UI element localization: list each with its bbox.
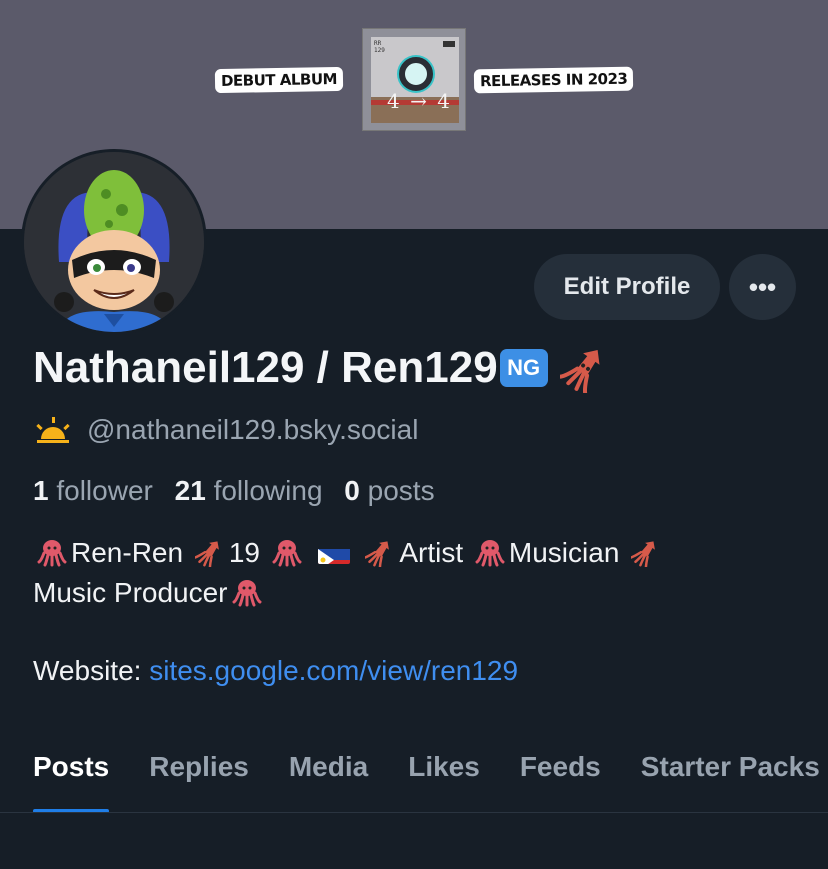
following-stat[interactable]: 21 following <box>175 475 323 506</box>
posts-stat: 0 posts <box>344 475 434 506</box>
squid-emoji-icon <box>631 541 656 567</box>
banner-label-release: RELEASES IN 2023 <box>473 66 634 94</box>
squid-emoji-icon <box>365 541 390 567</box>
tab-feeds[interactable]: Feeds <box>500 735 621 812</box>
display-name-text: Nathaneil129 / Ren129 <box>33 343 498 392</box>
following-label: following <box>213 475 323 506</box>
website-label: Website: <box>33 655 142 686</box>
album-cover-image: RR 129 4 → 4 <box>362 28 466 131</box>
ng-badge-icon: NG <box>499 349 548 387</box>
bio-age: 19 <box>228 537 260 568</box>
album-cover-text: 4 → 4 <box>387 89 452 113</box>
followers-count: 1 <box>33 475 49 506</box>
bio-musician: Musician <box>508 537 620 568</box>
squid-emoji-icon <box>194 541 219 567</box>
posts-label: posts <box>367 475 435 506</box>
banner-label-debut: DEBUT ALBUM <box>214 66 344 94</box>
bio-artist: Artist <box>399 537 464 568</box>
followers-label: follower <box>56 475 153 506</box>
philippines-flag-icon <box>317 542 350 564</box>
squid-emoji-icon <box>559 349 600 393</box>
tab-starter-packs[interactable]: Starter Packs <box>621 735 828 812</box>
edit-profile-button[interactable]: Edit Profile <box>534 254 720 320</box>
website-link[interactable]: sites.google.com/view/ren129 <box>149 655 518 686</box>
tab-replies[interactable]: Replies <box>129 735 269 812</box>
handle-row: @nathaneil129.bsky.social <box>33 414 418 446</box>
more-options-button[interactable]: ••• <box>729 254 796 320</box>
profile-bio: Ren-Ren 19 Artist Musician Music Produce… <box>33 533 793 613</box>
more-horizontal-icon: ••• <box>748 271 777 302</box>
tab-media[interactable]: Media <box>269 735 388 812</box>
octopus-emoji-icon <box>232 580 262 607</box>
tab-likes[interactable]: Likes <box>388 735 500 812</box>
bio-producer: Music Producer <box>33 577 228 608</box>
bio-name: Ren-Ren <box>71 537 184 568</box>
profile-tabs: Posts Replies Media Likes Feeds Starter … <box>0 735 828 813</box>
website-row: Website: sites.google.com/view/ren129 <box>33 655 518 687</box>
profile-stats: 1 follower 21 following 0 posts <box>33 475 449 507</box>
octopus-emoji-icon <box>475 540 505 567</box>
sunrise-emoji-icon <box>36 417 70 443</box>
profile-display-name: Nathaneil129 / Ren129 NG <box>33 343 610 393</box>
octopus-emoji-icon <box>37 540 67 567</box>
followers-stat[interactable]: 1 follower <box>33 475 153 506</box>
profile-handle[interactable]: @nathaneil129.bsky.social <box>87 414 418 446</box>
avatar[interactable] <box>21 149 207 335</box>
posts-count: 0 <box>344 475 360 506</box>
tab-posts[interactable]: Posts <box>0 735 129 812</box>
octopus-emoji-icon <box>272 540 302 567</box>
following-count: 21 <box>174 475 206 506</box>
